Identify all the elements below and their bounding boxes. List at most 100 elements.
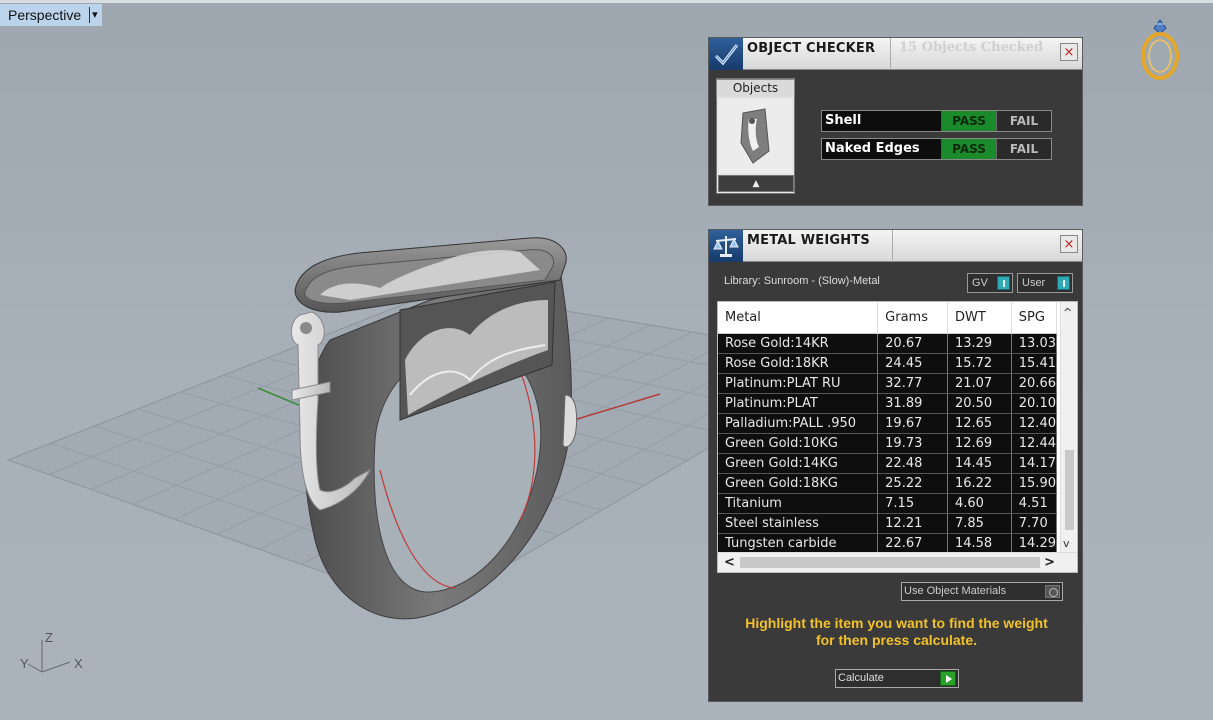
object-checker-header[interactable]: OBJECT CHECKER 15 Objects Checked × bbox=[709, 38, 1082, 70]
table-row[interactable]: Green Gold:14KG 22.48 14.45 14.17 bbox=[718, 453, 1058, 474]
toggle-knob-icon[interactable] bbox=[997, 276, 1010, 290]
column-header-grams[interactable]: Grams bbox=[877, 302, 948, 334]
cell-grams: 19.73 bbox=[877, 433, 948, 454]
fail-indicator: FAIL bbox=[996, 111, 1051, 131]
cell-spg: 14.29 bbox=[1011, 533, 1058, 554]
object-thumbnail[interactable] bbox=[719, 99, 792, 173]
metal-table-container[interactable]: Metal Grams DWT SPG Rose Gold:14KR 20.67 1… bbox=[717, 301, 1078, 573]
objects-tab[interactable]: Objects bbox=[716, 79, 795, 97]
column-header-dwt[interactable]: DWT bbox=[947, 302, 1012, 334]
cell-grams: 19.67 bbox=[877, 413, 948, 434]
table-row[interactable]: Steel stainless 12.21 7.85 7.70 bbox=[718, 513, 1058, 534]
cell-dwt: 15.72 bbox=[947, 353, 1012, 374]
pass-indicator: PASS bbox=[941, 111, 996, 131]
table-row[interactable]: Titanium 7.15 4.60 4.51 bbox=[718, 493, 1058, 514]
check-row-shell: Shell PASS FAIL bbox=[821, 110, 1052, 132]
horizontal-scroll-thumb[interactable] bbox=[740, 557, 1040, 568]
cell-metal: Green Gold:18KG bbox=[718, 473, 879, 494]
scroll-left-icon[interactable]: < bbox=[724, 555, 735, 570]
user-toggle-label: User bbox=[1022, 277, 1046, 289]
cell-metal: Palladium:PALL .950 bbox=[718, 413, 879, 434]
scale-icon bbox=[709, 230, 743, 262]
cell-spg: 12.40 bbox=[1011, 413, 1058, 434]
objects-preview[interactable]: Objects ▲ bbox=[716, 78, 795, 194]
cell-metal: Green Gold:14KG bbox=[718, 453, 879, 474]
table-row[interactable]: Green Gold:10KG 19.73 12.69 12.44 bbox=[718, 433, 1058, 454]
cell-spg: 4.51 bbox=[1011, 493, 1058, 514]
instruction-text: Highlight the item you want to find the … bbox=[723, 615, 1070, 649]
axis-x-label: X bbox=[74, 656, 83, 671]
gv-toggle[interactable]: GV bbox=[967, 273, 1013, 293]
instruction-line-2: for then press calculate. bbox=[815, 632, 978, 648]
metal-weights-title: METAL WEIGHTS bbox=[747, 233, 870, 248]
cell-metal: Rose Gold:14KR bbox=[718, 333, 879, 354]
cell-dwt: 7.85 bbox=[947, 513, 1012, 534]
scroll-down-icon[interactable]: v bbox=[1063, 537, 1070, 550]
cell-spg: 13.03 bbox=[1011, 333, 1058, 354]
ring-logo-icon[interactable] bbox=[1132, 14, 1188, 82]
cell-dwt: 14.45 bbox=[947, 453, 1012, 474]
table-row[interactable]: Platinum:PLAT RU 32.77 21.07 20.66 bbox=[718, 373, 1058, 394]
scroll-up-icon[interactable]: ^ bbox=[1063, 306, 1072, 319]
cell-grams: 25.22 bbox=[877, 473, 948, 494]
viewport-title-tab[interactable]: Perspective ▾ bbox=[0, 4, 102, 26]
cell-spg: 14.17 bbox=[1011, 453, 1058, 474]
fail-indicator: FAIL bbox=[996, 139, 1051, 159]
use-object-materials-label: Use Object Materials bbox=[904, 585, 1007, 597]
header-divider bbox=[892, 230, 893, 260]
metal-weights-panel: METAL WEIGHTS × Library: Sunroom - (Slow… bbox=[708, 229, 1083, 702]
cell-dwt: 4.60 bbox=[947, 493, 1012, 514]
column-header-spg[interactable]: SPG bbox=[1011, 302, 1058, 334]
ring-3d-model[interactable] bbox=[291, 237, 578, 620]
scroll-up-icon[interactable]: ▲ bbox=[718, 175, 794, 192]
horizontal-scrollbar[interactable]: < > bbox=[718, 552, 1077, 572]
radio-icon[interactable] bbox=[1045, 585, 1060, 598]
cell-spg: 15.41 bbox=[1011, 353, 1058, 374]
cell-grams: 32.77 bbox=[877, 373, 948, 394]
table-row[interactable]: Platinum:PLAT 31.89 20.50 20.10 bbox=[718, 393, 1058, 414]
table-header-row: Metal Grams DWT SPG bbox=[718, 302, 1058, 334]
cell-grams: 24.45 bbox=[877, 353, 948, 374]
play-arrow-icon[interactable] bbox=[940, 671, 956, 686]
table-row[interactable]: Rose Gold:14KR 20.67 13.29 13.03 bbox=[718, 333, 1058, 354]
table-row[interactable]: Palladium:PALL .950 19.67 12.65 12.40 bbox=[718, 413, 1058, 434]
check-row-naked-edges: Naked Edges PASS FAIL bbox=[821, 138, 1052, 160]
close-icon[interactable]: × bbox=[1060, 43, 1078, 61]
pass-indicator: PASS bbox=[941, 139, 996, 159]
cell-grams: 22.48 bbox=[877, 453, 948, 474]
cell-grams: 20.67 bbox=[877, 333, 948, 354]
cell-dwt: 13.29 bbox=[947, 333, 1012, 354]
table-row[interactable]: Rose Gold:18KR 24.45 15.72 15.41 bbox=[718, 353, 1058, 374]
column-header-metal[interactable]: Metal bbox=[718, 302, 879, 334]
cell-metal: Platinum:PLAT RU bbox=[718, 373, 879, 394]
viewport-name[interactable]: Perspective bbox=[8, 7, 81, 23]
library-label: Library: Sunroom - (Slow)-Metal bbox=[724, 275, 880, 287]
scroll-right-icon[interactable]: > bbox=[1044, 555, 1055, 570]
user-toggle[interactable]: User bbox=[1017, 273, 1073, 293]
cell-metal: Titanium bbox=[718, 493, 879, 514]
use-object-materials-toggle[interactable]: Use Object Materials bbox=[901, 582, 1063, 601]
cell-metal: Platinum:PLAT bbox=[718, 393, 879, 414]
close-icon[interactable]: × bbox=[1060, 235, 1078, 253]
viewport-menu-chevron-icon[interactable]: ▾ bbox=[89, 7, 98, 23]
cell-grams: 7.15 bbox=[877, 493, 948, 514]
check-name: Naked Edges bbox=[825, 141, 920, 156]
cell-grams: 12.21 bbox=[877, 513, 948, 534]
cell-dwt: 12.69 bbox=[947, 433, 1012, 454]
cell-spg: 20.66 bbox=[1011, 373, 1058, 394]
metal-weights-header[interactable]: METAL WEIGHTS × bbox=[709, 230, 1082, 262]
cell-spg: 7.70 bbox=[1011, 513, 1058, 534]
axis-z-label: Z bbox=[45, 630, 53, 645]
cell-metal: Tungsten carbide bbox=[718, 533, 879, 554]
table-row[interactable]: Tungsten carbide 22.67 14.58 14.29 bbox=[718, 533, 1058, 554]
vertical-scroll-thumb[interactable] bbox=[1065, 450, 1074, 530]
calculate-label: Calculate bbox=[838, 672, 884, 684]
cell-metal: Rose Gold:18KR bbox=[718, 353, 879, 374]
cell-dwt: 12.65 bbox=[947, 413, 1012, 434]
toggle-knob-icon[interactable] bbox=[1057, 276, 1070, 290]
instruction-line-1: Highlight the item you want to find the … bbox=[745, 615, 1048, 631]
vertical-scrollbar[interactable]: ^ v bbox=[1060, 302, 1077, 553]
calculate-button[interactable]: Calculate bbox=[835, 669, 959, 688]
cell-spg: 12.44 bbox=[1011, 433, 1058, 454]
table-row[interactable]: Green Gold:18KG 25.22 16.22 15.90 bbox=[718, 473, 1058, 494]
